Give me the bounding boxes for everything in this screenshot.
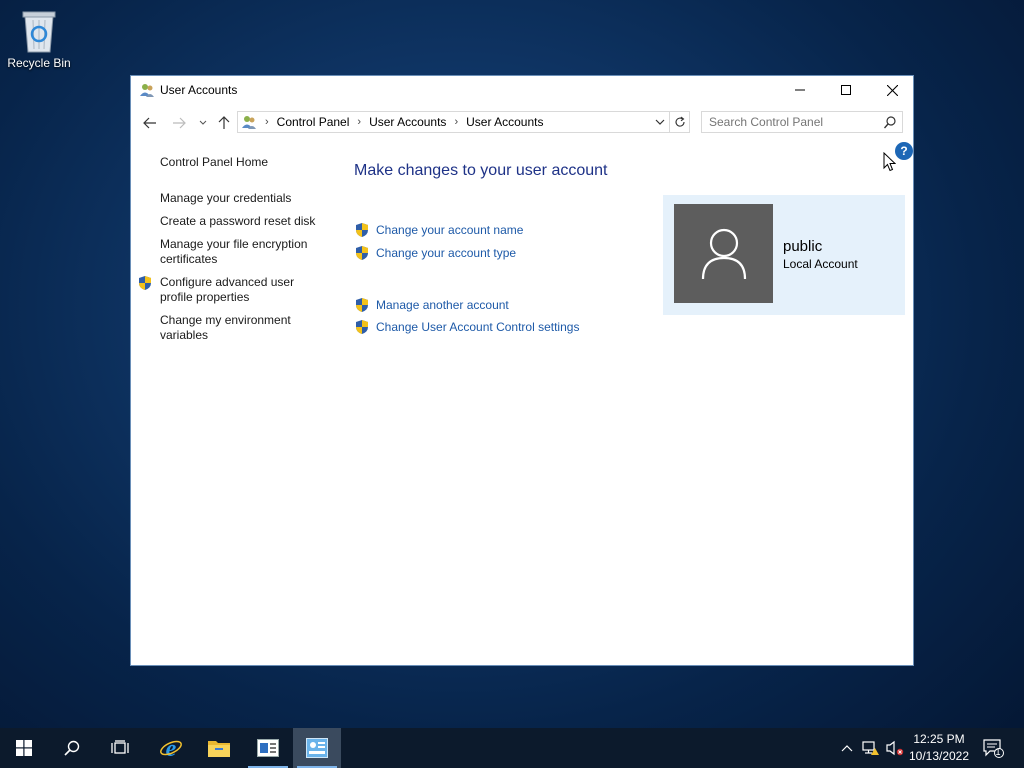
forward-arrow-icon xyxy=(173,117,186,129)
chevron-down-icon xyxy=(655,119,665,125)
recycle-bin-icon xyxy=(19,8,59,54)
internet-explorer-button[interactable]: e xyxy=(147,728,195,768)
uac-settings-task[interactable]: Change User Account Control settings xyxy=(354,319,579,335)
control-panel-icon xyxy=(306,738,328,758)
breadcrumb-separator: › xyxy=(357,116,362,128)
back-arrow-icon xyxy=(143,117,156,129)
refresh-button[interactable] xyxy=(670,111,690,133)
user-silhouette-icon xyxy=(701,228,746,279)
control-panel-icon xyxy=(241,114,257,130)
uac-shield-icon xyxy=(137,275,153,294)
user-card: public Local Account xyxy=(663,195,905,315)
manage-credentials-link[interactable]: Manage your credentials xyxy=(160,191,291,206)
back-button[interactable] xyxy=(140,113,160,133)
search-box[interactable] xyxy=(701,111,903,133)
minimize-icon xyxy=(795,89,805,91)
refresh-icon xyxy=(674,116,685,127)
help-button[interactable]: ? xyxy=(895,142,913,160)
uac-shield-icon xyxy=(356,320,368,334)
file-explorer-button[interactable] xyxy=(195,728,243,768)
minimize-button[interactable] xyxy=(777,76,823,104)
close-button[interactable] xyxy=(869,76,915,104)
uac-shield-icon xyxy=(356,298,368,312)
environment-variables-link[interactable]: Change my environment variables xyxy=(160,313,305,343)
close-icon xyxy=(886,84,898,96)
page-heading: Make changes to your user account xyxy=(354,162,608,179)
breadcrumb-user-accounts-current[interactable]: User Accounts xyxy=(466,115,543,129)
breadcrumb-user-accounts[interactable]: User Accounts xyxy=(369,115,446,129)
breadcrumb-separator: › xyxy=(454,116,459,128)
server-manager-icon xyxy=(257,739,279,757)
volume-muted-icon xyxy=(886,740,904,756)
notification-count: 1 xyxy=(995,747,1001,757)
change-account-type-link[interactable]: Change your account type xyxy=(376,246,516,260)
uac-settings-link[interactable]: Change User Account Control settings xyxy=(376,320,579,334)
show-hidden-icons-button[interactable] xyxy=(838,728,856,768)
taskbar: e 12:25 PM 10/13/2022 1 xyxy=(0,728,1024,768)
uac-shield-icon xyxy=(356,246,368,260)
clock-date: 10/13/2022 xyxy=(908,749,970,763)
change-account-type-task[interactable]: Change your account type xyxy=(354,245,516,261)
search-input[interactable] xyxy=(709,115,879,129)
maximize-button[interactable] xyxy=(823,76,869,104)
windows-start-icon xyxy=(16,740,32,756)
file-explorer-icon xyxy=(208,741,230,757)
user-name: public xyxy=(783,238,823,255)
clock-time: 12:25 PM xyxy=(913,732,965,746)
change-account-name-link[interactable]: Change your account name xyxy=(376,223,523,237)
network-status-button[interactable] xyxy=(860,728,882,768)
password-reset-disk-link[interactable]: Create a password reset disk xyxy=(160,214,315,229)
breadcrumb-separator: › xyxy=(265,116,269,128)
control-panel-button[interactable] xyxy=(293,728,341,768)
search-icon[interactable] xyxy=(883,116,896,132)
title-bar[interactable]: User Accounts xyxy=(131,76,913,104)
recycle-bin-label: Recycle Bin xyxy=(7,56,71,70)
change-account-name-task[interactable]: Change your account name xyxy=(354,222,523,238)
internet-explorer-icon: e xyxy=(160,736,182,760)
svg-text:e: e xyxy=(166,736,177,760)
address-bar[interactable]: › Control Panel › User Accounts › User A… xyxy=(237,111,670,133)
search-button[interactable] xyxy=(48,728,96,768)
clock[interactable]: 12:25 PM 10/13/2022 xyxy=(906,731,972,765)
recycle-bin[interactable]: Recycle Bin xyxy=(4,6,74,76)
navigation-bar: › Control Panel › User Accounts › User A… xyxy=(131,111,913,135)
window-title: User Accounts xyxy=(160,83,238,97)
advanced-profile-properties-link[interactable]: Configure advanced user profile properti… xyxy=(160,275,310,305)
manage-another-account-link[interactable]: Manage another account xyxy=(376,298,509,312)
search-icon xyxy=(64,740,80,756)
file-encryption-link[interactable]: Manage your file encryption certificates xyxy=(160,237,320,267)
chevron-up-icon xyxy=(841,745,853,752)
mouse-cursor-icon xyxy=(883,151,897,175)
user-accounts-window: User Accounts › Control Panel › User Acc… xyxy=(130,75,914,666)
task-view-icon xyxy=(111,740,129,754)
volume-button[interactable] xyxy=(884,728,906,768)
server-manager-button[interactable] xyxy=(244,728,292,768)
up-button[interactable] xyxy=(214,113,234,133)
avatar xyxy=(674,204,773,303)
control-panel-home-link[interactable]: Control Panel Home xyxy=(160,155,268,170)
address-dropdown-button[interactable] xyxy=(655,115,665,132)
network-warning-icon xyxy=(862,741,879,755)
task-view-button[interactable] xyxy=(96,728,144,768)
recent-locations-button[interactable] xyxy=(193,113,213,133)
account-type: Local Account xyxy=(783,257,858,271)
chevron-down-icon xyxy=(199,120,207,125)
maximize-icon xyxy=(841,85,851,95)
breadcrumb-control-panel[interactable]: Control Panel xyxy=(277,115,350,129)
manage-another-account-task[interactable]: Manage another account xyxy=(354,297,509,313)
forward-button[interactable] xyxy=(169,113,189,133)
action-center-button[interactable]: 1 xyxy=(980,728,1006,768)
start-button[interactable] xyxy=(0,728,48,768)
uac-shield-icon xyxy=(356,223,368,237)
up-arrow-icon xyxy=(218,116,230,129)
users-icon xyxy=(139,82,155,98)
